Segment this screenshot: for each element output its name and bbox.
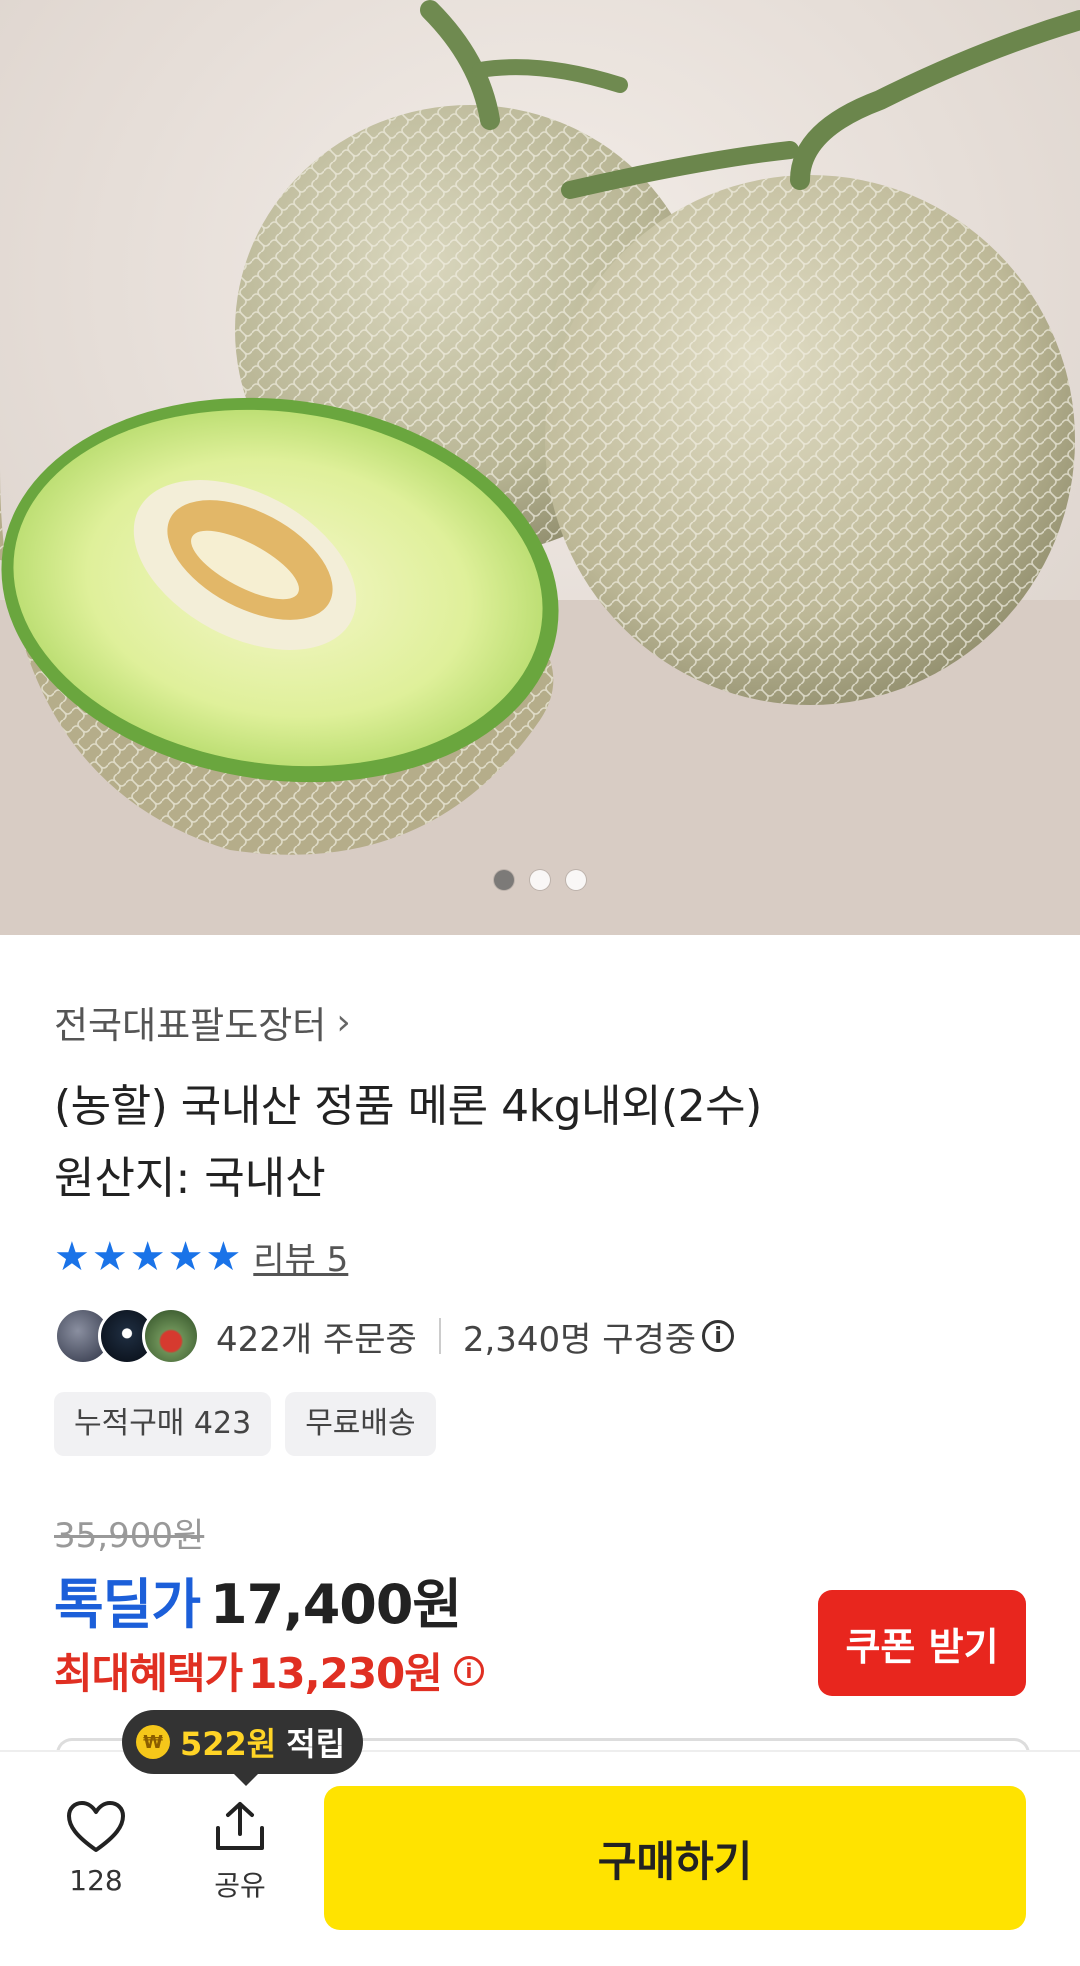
share-button[interactable]: 공유: [200, 1800, 280, 1904]
info-icon[interactable]: i: [453, 1655, 484, 1686]
info-icon[interactable]: i: [702, 1320, 735, 1352]
divider: [438, 1318, 441, 1354]
review-link[interactable]: 리뷰 5: [253, 1232, 348, 1281]
deal-label: 톡딜가: [54, 1573, 201, 1636]
viewers-count: 2,340명 구경중: [462, 1319, 697, 1360]
buyer-avatars: [54, 1307, 200, 1365]
product-origin: 원산지: 국내산: [54, 1153, 326, 1204]
orders-count: 422개 주문중: [216, 1319, 417, 1360]
star-icon: ★: [167, 1233, 204, 1280]
social-proof-row: 422개 주문중 2,340명 구경중 i: [54, 1307, 735, 1365]
star-icon: ★: [54, 1233, 90, 1280]
deal-price-row: 톡딜가 17,400원: [54, 1560, 462, 1639]
like-count: 128: [69, 1864, 123, 1897]
deal-price: 17,400원: [210, 1573, 462, 1636]
share-icon: [216, 1802, 264, 1850]
like-button[interactable]: 128: [56, 1800, 136, 1897]
rating-row: ★ ★ ★ ★ ★ 리뷰 5: [54, 1232, 348, 1281]
star-rating: ★ ★ ★ ★ ★: [54, 1237, 241, 1277]
coupon-button[interactable]: 쿠폰 받기: [818, 1590, 1026, 1696]
coin-icon: ₩: [136, 1725, 170, 1759]
avatar: [142, 1307, 200, 1365]
buy-button[interactable]: 구매하기: [324, 1786, 1026, 1930]
store-link[interactable]: 전국대표팔도장터 ›: [54, 995, 351, 1049]
max-benefit-price: 13,230원: [248, 1649, 443, 1698]
carousel-dot-3[interactable]: [566, 870, 586, 890]
product-image-carousel[interactable]: [0, 0, 1080, 935]
original-price: 35,900원: [54, 1516, 205, 1556]
share-label: 공유: [214, 1869, 266, 1902]
reward-amount: 522원: [180, 1725, 277, 1763]
heart-icon: [67, 1801, 125, 1852]
star-icon: ★: [205, 1233, 242, 1280]
product-tags: 누적구매 423 무료배송: [54, 1392, 436, 1456]
max-benefit-row: 최대혜택가 13,230원 i: [54, 1640, 484, 1701]
tag-cumulative-purchase: 누적구매 423: [54, 1392, 272, 1456]
max-benefit-label: 최대혜택가: [54, 1649, 243, 1698]
tag-free-shipping: 무료배송: [285, 1392, 436, 1456]
star-icon: ★: [129, 1233, 166, 1280]
star-icon: ★: [91, 1233, 128, 1280]
store-name: 전국대표팔도장터: [54, 1004, 327, 1047]
reward-tooltip: ₩ 522원 적립: [122, 1710, 364, 1786]
carousel-dot-2[interactable]: [530, 870, 550, 890]
chevron-right-icon: ›: [336, 1001, 351, 1043]
melon-photo: [0, 0, 1080, 935]
carousel-dot-1[interactable]: [494, 870, 514, 890]
carousel-indicator: [0, 870, 1080, 890]
product-title: (농할) 국내산 정품 메론 4kg내외(2수): [54, 1081, 762, 1132]
reward-word: 적립: [286, 1725, 346, 1763]
